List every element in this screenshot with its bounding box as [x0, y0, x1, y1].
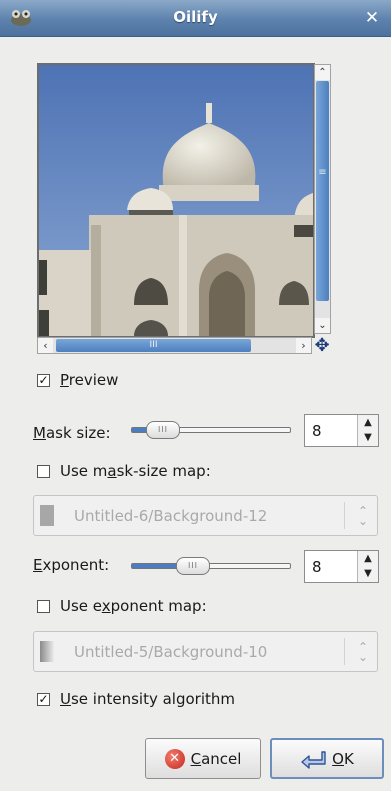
mask-size-label: Mask size:: [33, 424, 111, 442]
title-bar[interactable]: Oilify ✕: [0, 0, 391, 37]
exponent-map-checkbox[interactable]: [37, 599, 50, 613]
drawable-swatch: [40, 641, 54, 662]
dropdown-separator: [344, 502, 345, 529]
exponent-map-checkbox-row[interactable]: Use exponent map:: [37, 595, 207, 617]
exponent-slider[interactable]: III: [131, 557, 291, 575]
intensity-label: Use intensity algorithm: [60, 690, 235, 708]
scroll-right-arrow-icon[interactable]: ›: [296, 338, 311, 353]
exponent-stepper[interactable]: ▲ ▼: [357, 551, 378, 582]
exponent-value[interactable]: 8: [312, 558, 322, 576]
ok-return-icon: [301, 750, 326, 769]
exponent-spinbutton[interactable]: 8 ▲ ▼: [304, 550, 379, 583]
mask-size-slider[interactable]: III: [131, 421, 291, 439]
updown-chevron-icon[interactable]: ⌃ ⌄: [358, 641, 368, 663]
mask-size-map-label: Use mask-size map:: [60, 462, 211, 480]
mask-size-map-dropdown[interactable]: Untitled-6/Background-12 ⌃ ⌄: [33, 495, 378, 536]
preview-label: Preview: [60, 371, 119, 389]
grip-icon: III: [149, 340, 158, 350]
mask-size-value[interactable]: 8: [312, 422, 322, 440]
intensity-checkbox[interactable]: ✓: [37, 692, 50, 706]
mask-size-map-selected: Untitled-6/Background-12: [74, 507, 268, 525]
increment-arrow-icon[interactable]: ▲: [358, 415, 378, 430]
exponent-map-selected: Untitled-5/Background-10: [74, 643, 268, 661]
cancel-icon: ✕: [164, 748, 185, 769]
ok-button[interactable]: OK: [270, 738, 384, 779]
increment-arrow-icon[interactable]: ▲: [358, 551, 378, 566]
scroll-left-arrow-icon[interactable]: ‹: [38, 338, 53, 353]
preview-checkbox[interactable]: ✓: [37, 373, 50, 387]
exponent-slider-fill: [132, 564, 180, 568]
vertical-scroll-thumb[interactable]: ≡: [316, 81, 329, 301]
horizontal-scroll-thumb[interactable]: III: [56, 339, 251, 352]
mask-size-slider-knob[interactable]: III: [146, 421, 180, 439]
exponent-label: Exponent:: [33, 556, 110, 574]
drawable-swatch: [40, 505, 54, 526]
close-icon[interactable]: ✕: [363, 9, 381, 27]
ok-button-label: OK: [332, 749, 354, 768]
preview-image[interactable]: [37, 63, 315, 338]
grip-icon: ≡: [318, 167, 327, 178]
updown-chevron-icon[interactable]: ⌃ ⌄: [358, 505, 368, 527]
preview-checkbox-row[interactable]: ✓ Preview: [37, 369, 118, 391]
mask-size-spinbutton[interactable]: 8 ▲ ▼: [304, 414, 379, 447]
cancel-button[interactable]: ✕ Cancel: [145, 738, 261, 779]
scroll-down-arrow-icon[interactable]: ⌄: [315, 318, 330, 333]
exponent-map-dropdown[interactable]: Untitled-5/Background-10 ⌃ ⌄: [33, 631, 378, 672]
decrement-arrow-icon[interactable]: ▼: [358, 430, 378, 445]
mask-size-map-checkbox[interactable]: [37, 464, 50, 478]
exponent-slider-knob[interactable]: III: [176, 557, 210, 575]
mask-size-stepper[interactable]: ▲ ▼: [357, 415, 378, 446]
window-title: Oilify: [173, 8, 218, 26]
cancel-button-label: Cancel: [190, 749, 242, 768]
preview-vertical-scrollbar[interactable]: ⌃ ≡ ⌄: [314, 64, 331, 334]
scroll-up-arrow-icon[interactable]: ⌃: [315, 65, 330, 80]
exponent-map-label: Use exponent map:: [60, 597, 207, 615]
preview-horizontal-scrollbar[interactable]: ‹ III ›: [37, 337, 312, 354]
intensity-checkbox-row[interactable]: ✓ Use intensity algorithm: [37, 688, 235, 710]
preview-picture: [39, 65, 313, 336]
decrement-arrow-icon[interactable]: ▼: [358, 566, 378, 581]
navigate-move-icon[interactable]: ✥: [312, 336, 332, 356]
dropdown-separator: [344, 638, 345, 665]
mask-size-map-checkbox-row[interactable]: Use mask-size map:: [37, 460, 211, 482]
